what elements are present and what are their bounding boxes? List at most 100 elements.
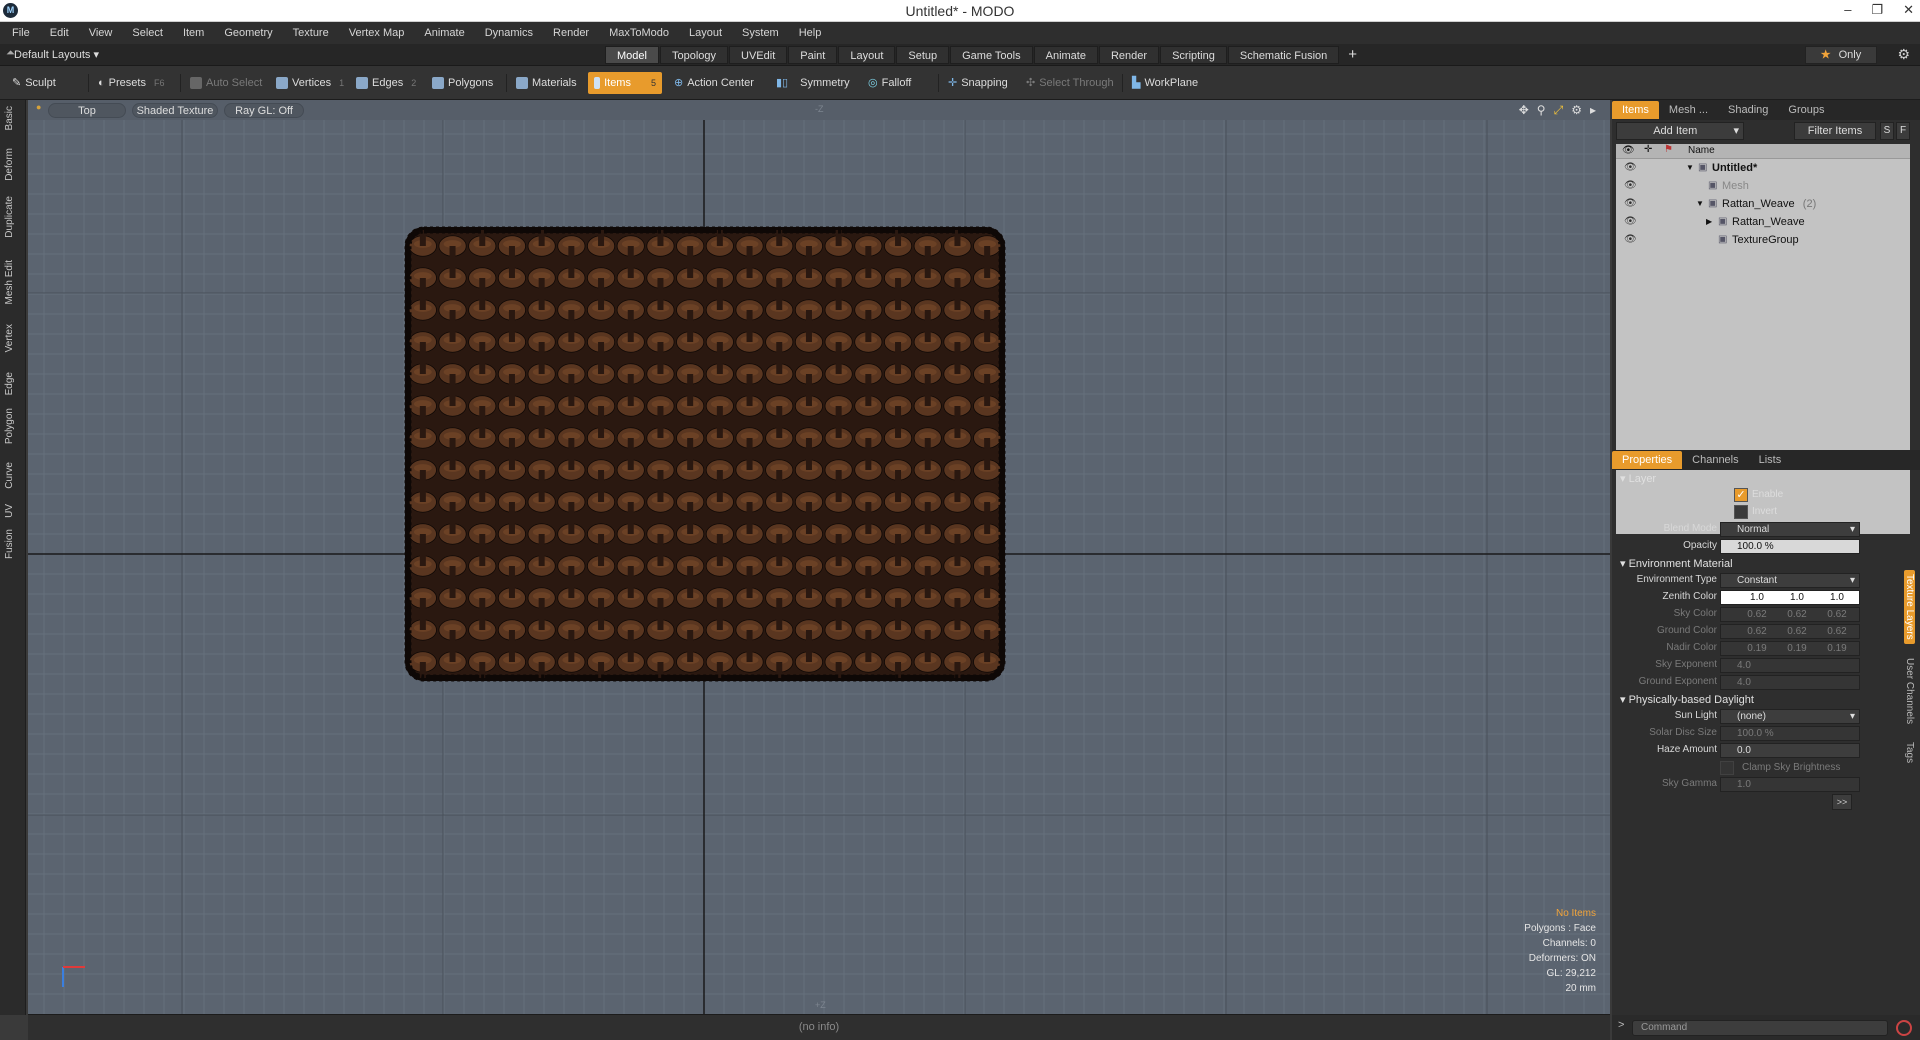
left-tab-edge[interactable]: Edge: [4, 372, 15, 395]
more-button[interactable]: >>: [1832, 794, 1852, 810]
menu-file[interactable]: File: [12, 27, 30, 39]
left-tab-uv[interactable]: UV: [4, 504, 15, 518]
layout-tab-schematic-fusion[interactable]: Schematic Fusion: [1227, 46, 1340, 64]
gear-icon[interactable]: ⚙: [1897, 46, 1910, 63]
left-tab-basic[interactable]: Basic: [4, 106, 15, 130]
left-tab-fusion[interactable]: Fusion: [4, 529, 15, 559]
zenith-color-field[interactable]: 1.0 1.0 1.0: [1720, 590, 1860, 605]
layout-tab-topology[interactable]: Topology: [659, 46, 729, 64]
polygons-button[interactable]: Polygons: [426, 72, 499, 94]
sky-color-field[interactable]: 0.62 0.62 0.62: [1720, 607, 1860, 622]
command-input[interactable]: Command: [1632, 1020, 1888, 1036]
clamp-sky-checkbox[interactable]: [1720, 761, 1734, 775]
visibility-eye-icon[interactable]: 👁: [1624, 231, 1637, 249]
workplane-button[interactable]: ▙ WorkPlane: [1126, 72, 1204, 94]
viewport-menu-icon[interactable]: ▸: [1590, 103, 1596, 118]
visibility-eye-icon[interactable]: 👁: [1624, 213, 1637, 231]
items-tab-shading[interactable]: Shading: [1718, 101, 1778, 119]
left-tab-polygon[interactable]: Polygon: [4, 408, 15, 444]
sky-gamma-field[interactable]: 1.0: [1720, 777, 1860, 792]
layout-tab-paint[interactable]: Paint: [788, 46, 838, 64]
snapping-button[interactable]: ✛ Snapping: [942, 72, 1014, 94]
zoom-icon[interactable]: ⚲: [1537, 103, 1546, 118]
menu-geometry[interactable]: Geometry: [224, 27, 272, 39]
item-row[interactable]: 👁 ▣ TextureGroup: [1616, 231, 1910, 249]
materials-button[interactable]: Materials: [510, 72, 583, 94]
expand-arrow-icon[interactable]: ▼: [1686, 159, 1694, 177]
item-row[interactable]: 👁 ▶ ▣ Rattan_Weave: [1616, 213, 1910, 231]
pan-icon[interactable]: ✥: [1519, 103, 1529, 118]
daylight-section[interactable]: ▾ Physically-based Daylight: [1620, 693, 1754, 706]
layout-selector[interactable]: Default Layouts ▾: [14, 48, 99, 61]
env-type-select[interactable]: Constant ▾: [1720, 573, 1860, 588]
filter-items-input[interactable]: Filter Items: [1794, 122, 1876, 140]
visibility-eye-icon[interactable]: 👁: [1624, 195, 1637, 213]
layout-tab-game-tools[interactable]: Game Tools: [950, 46, 1033, 64]
menu-system[interactable]: System: [742, 27, 779, 39]
environment-section[interactable]: ▾ Environment Material: [1620, 557, 1733, 570]
opacity-field[interactable]: 100.0 %: [1720, 539, 1860, 554]
view-selector[interactable]: Top: [48, 103, 126, 118]
stop-icon[interactable]: [1896, 1020, 1912, 1036]
vertices-button[interactable]: Vertices 1: [270, 72, 350, 94]
action-center-button[interactable]: ⊕ Action Center: [668, 72, 760, 94]
blend-mode-select[interactable]: Normal ▾: [1720, 522, 1860, 537]
layout-tab-animate[interactable]: Animate: [1033, 46, 1098, 64]
layout-tab-render[interactable]: Render: [1098, 46, 1160, 64]
edges-button[interactable]: Edges 2: [350, 72, 422, 94]
visibility-eye-icon[interactable]: 👁: [1624, 177, 1637, 195]
expand-arrow-icon[interactable]: ▶: [1706, 213, 1712, 231]
select-through-button[interactable]: ✣ Select Through: [1020, 72, 1120, 94]
f-button[interactable]: F: [1896, 122, 1910, 140]
menu-vertex-map[interactable]: Vertex Map: [349, 27, 405, 39]
viewport-dot-icon[interactable]: ●: [36, 102, 41, 112]
items-tab-mesh[interactable]: Mesh ...: [1659, 101, 1718, 119]
side-tab-tags[interactable]: Tags: [1904, 738, 1915, 767]
menu-layout[interactable]: Layout: [689, 27, 722, 39]
menu-edit[interactable]: Edit: [50, 27, 69, 39]
items-tab-items[interactable]: Items: [1612, 101, 1659, 119]
menu-view[interactable]: View: [89, 27, 113, 39]
props-tab-channels[interactable]: Channels: [1682, 451, 1748, 469]
visibility-eye-icon[interactable]: 👁: [1624, 159, 1637, 177]
close-button[interactable]: ✕: [1903, 0, 1914, 20]
name-column-header[interactable]: Name: [1688, 145, 1715, 156]
s-button[interactable]: S: [1880, 122, 1894, 140]
falloff-button[interactable]: ◎ Falloff: [862, 72, 917, 94]
nadir-color-field[interactable]: 0.19 0.19 0.19: [1720, 641, 1860, 656]
presets-button[interactable]: ◐ Presets F6: [92, 72, 170, 94]
sky-exponent-field[interactable]: 4.0: [1720, 658, 1860, 673]
viewport-canvas[interactable]: [28, 100, 1610, 1014]
item-row[interactable]: 👁 ▼ ▣ Rattan_Weave (2): [1616, 195, 1910, 213]
props-tab-lists[interactable]: Lists: [1749, 451, 1792, 469]
viewport-gear-icon[interactable]: ⚙: [1571, 103, 1582, 118]
side-tab-texture-layers[interactable]: Texture Layers: [1904, 570, 1915, 644]
menu-animate[interactable]: Animate: [424, 27, 464, 39]
side-tab-user-channels[interactable]: User Channels: [1904, 654, 1915, 728]
invert-checkbox[interactable]: [1734, 505, 1748, 519]
enable-checkbox[interactable]: ✓: [1734, 488, 1748, 502]
left-tab-mesh-edit[interactable]: Mesh Edit: [4, 260, 15, 304]
ground-exponent-field[interactable]: 4.0: [1720, 675, 1860, 690]
menu-help[interactable]: Help: [799, 27, 822, 39]
menu-dynamics[interactable]: Dynamics: [485, 27, 533, 39]
layout-tab-setup[interactable]: Setup: [896, 46, 950, 64]
layout-tab-uvedit[interactable]: UVEdit: [729, 46, 788, 64]
add-layout-tab-icon[interactable]: +: [1348, 46, 1357, 64]
minimize-button[interactable]: –: [1844, 0, 1851, 20]
sculpt-button[interactable]: ✎ Sculpt: [6, 72, 62, 94]
menu-texture[interactable]: Texture: [293, 27, 329, 39]
props-tab-properties[interactable]: Properties: [1612, 451, 1683, 469]
left-tab-duplicate[interactable]: Duplicate: [4, 196, 15, 238]
layout-tab-layout[interactable]: Layout: [838, 46, 896, 64]
haze-amount-field[interactable]: 0.0: [1720, 743, 1860, 758]
ground-color-field[interactable]: 0.62 0.62 0.62: [1720, 624, 1860, 639]
raygl-toggle[interactable]: Ray GL: Off: [224, 103, 304, 118]
menu-item[interactable]: Item: [183, 27, 204, 39]
only-toggle[interactable]: ★ Only: [1805, 46, 1877, 64]
shading-selector[interactable]: Shaded Texture: [132, 103, 218, 118]
items-button[interactable]: Items 5: [588, 72, 662, 94]
add-item-button[interactable]: Add Item ▾: [1616, 122, 1744, 140]
left-tab-deform[interactable]: Deform: [4, 148, 15, 181]
fit-icon[interactable]: ⤢: [1554, 103, 1564, 118]
